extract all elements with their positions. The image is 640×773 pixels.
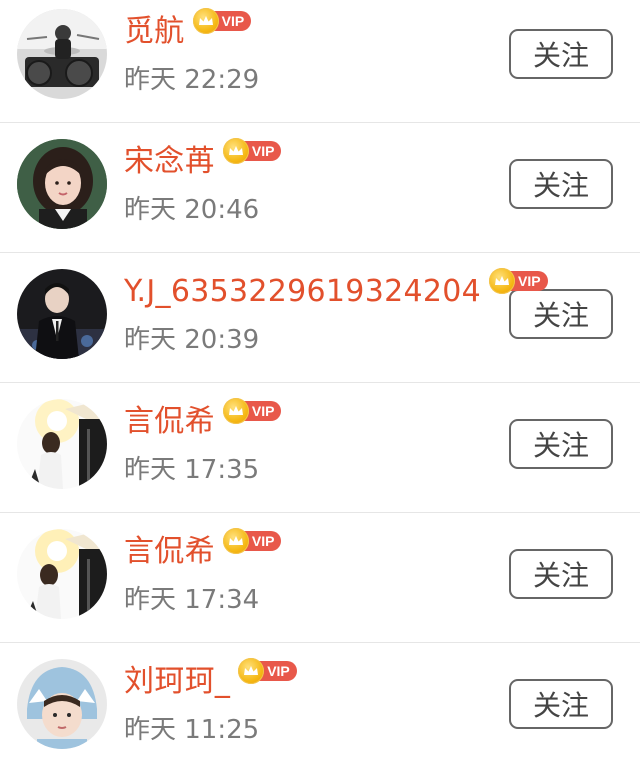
avatar[interactable] <box>17 529 107 619</box>
list-item[interactable]: 刘珂珂_ VIP 昨天 11:25 关注 <box>0 643 640 773</box>
follow-time: 昨天 17:35 <box>124 455 260 485</box>
follow-time: 昨天 22:29 <box>124 65 260 95</box>
user-name[interactable]: 言侃希 <box>124 532 215 572</box>
follow-list: 觅航 VIP 昨天 22:29 关注 宋念苒 VIP 昨天 20:46 关注 Y… <box>0 0 640 758</box>
list-item[interactable]: Y.J_6353229619324204 VIP 昨天 20:39 关注 <box>0 253 640 383</box>
avatar[interactable] <box>17 659 107 749</box>
follow-button[interactable]: 关注 <box>509 29 613 79</box>
list-item[interactable]: 觅航 VIP 昨天 22:29 关注 <box>0 0 640 123</box>
follow-button[interactable]: 关注 <box>509 289 613 339</box>
vip-badge: VIP <box>222 138 282 164</box>
crown-icon <box>489 268 516 294</box>
list-item[interactable]: 言侃希 VIP 昨天 17:34 关注 <box>0 513 640 643</box>
user-name[interactable]: 觅航 <box>124 12 185 52</box>
crown-icon <box>192 8 219 34</box>
name-line: 言侃希 VIP <box>124 528 282 574</box>
crown-icon <box>222 398 249 424</box>
list-item[interactable]: 宋念苒 VIP 昨天 20:46 关注 <box>0 123 640 253</box>
avatar[interactable] <box>17 399 107 489</box>
list-item[interactable]: 言侃希 VIP 昨天 17:35 关注 <box>0 383 640 513</box>
follow-button[interactable]: 关注 <box>509 419 613 469</box>
vip-badge: VIP <box>192 8 252 34</box>
avatar[interactable] <box>17 139 107 229</box>
follow-button[interactable]: 关注 <box>509 549 613 599</box>
vip-badge: VIP <box>238 658 297 684</box>
vip-badge: VIP <box>222 528 282 554</box>
avatar[interactable] <box>17 9 107 99</box>
crown-icon <box>222 528 249 554</box>
name-line: 宋念苒 VIP <box>124 138 282 184</box>
follow-time: 昨天 11:25 <box>124 715 260 745</box>
avatar[interactable] <box>17 269 107 359</box>
vip-badge: VIP <box>489 268 548 294</box>
follow-button[interactable]: 关注 <box>509 159 613 209</box>
name-line: Y.J_6353229619324204 VIP <box>124 268 548 314</box>
user-name[interactable]: 刘珂珂_ <box>124 662 230 702</box>
user-name[interactable]: 言侃希 <box>124 402 215 442</box>
follow-time: 昨天 17:34 <box>124 585 260 615</box>
follow-button[interactable]: 关注 <box>509 679 613 729</box>
name-line: 觅航 VIP <box>124 8 252 54</box>
crown-icon <box>222 138 249 164</box>
user-name[interactable]: Y.J_6353229619324204 <box>124 272 481 312</box>
follow-time: 昨天 20:39 <box>124 325 260 355</box>
name-line: 刘珂珂_ VIP <box>124 658 297 704</box>
user-name[interactable]: 宋念苒 <box>124 142 215 182</box>
name-line: 言侃希 VIP <box>124 398 282 444</box>
follow-time: 昨天 20:46 <box>124 195 260 225</box>
vip-badge: VIP <box>222 398 282 424</box>
